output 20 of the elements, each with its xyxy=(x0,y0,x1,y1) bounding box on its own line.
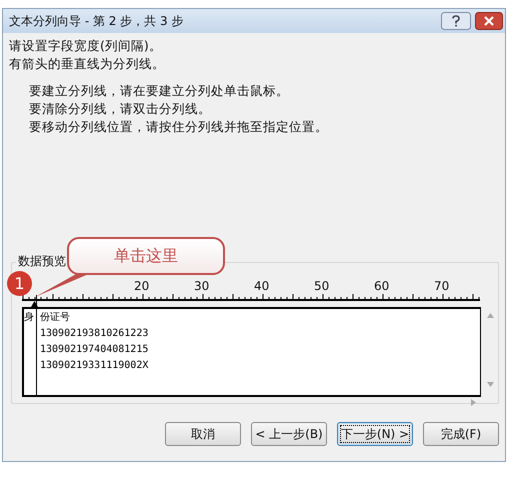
preview-text: 130902197404081215 xyxy=(39,344,148,354)
ruler-label: 40 xyxy=(254,279,270,293)
preview-text: 130902193810261223 xyxy=(39,328,148,338)
window-title: 文本分列向导 - 第 2 步，共 3 步 xyxy=(9,12,184,30)
preview-text: 份证号 xyxy=(39,311,70,324)
group-label: 数据预览 xyxy=(16,253,68,270)
callout-text: 单击这里 xyxy=(67,237,225,275)
hint-text: 要移动分列线位置，请按住分列线并拖至指定位置。 xyxy=(29,118,329,136)
step-number-badge: 1 xyxy=(7,271,32,296)
ruler-label: 30 xyxy=(194,279,210,293)
ruler-label: 50 xyxy=(314,279,330,293)
ruler-label: 70 xyxy=(434,279,450,293)
instruction-text: 有箭头的垂直线为分列线。 xyxy=(9,55,166,73)
hint-text: 要建立分列线，请在要建立分列处单击鼠标。 xyxy=(29,82,290,100)
instruction-text: 请设置字段宽度(列间隔)。 xyxy=(9,37,163,55)
ruler-label: 20 xyxy=(134,279,150,293)
preview-text: 13090219331119002X xyxy=(39,360,148,370)
ruler-label: 60 xyxy=(374,279,390,293)
preview-text: 身 xyxy=(24,312,34,323)
hint-text: 要清除分列线，请双击分列线。 xyxy=(29,100,212,118)
